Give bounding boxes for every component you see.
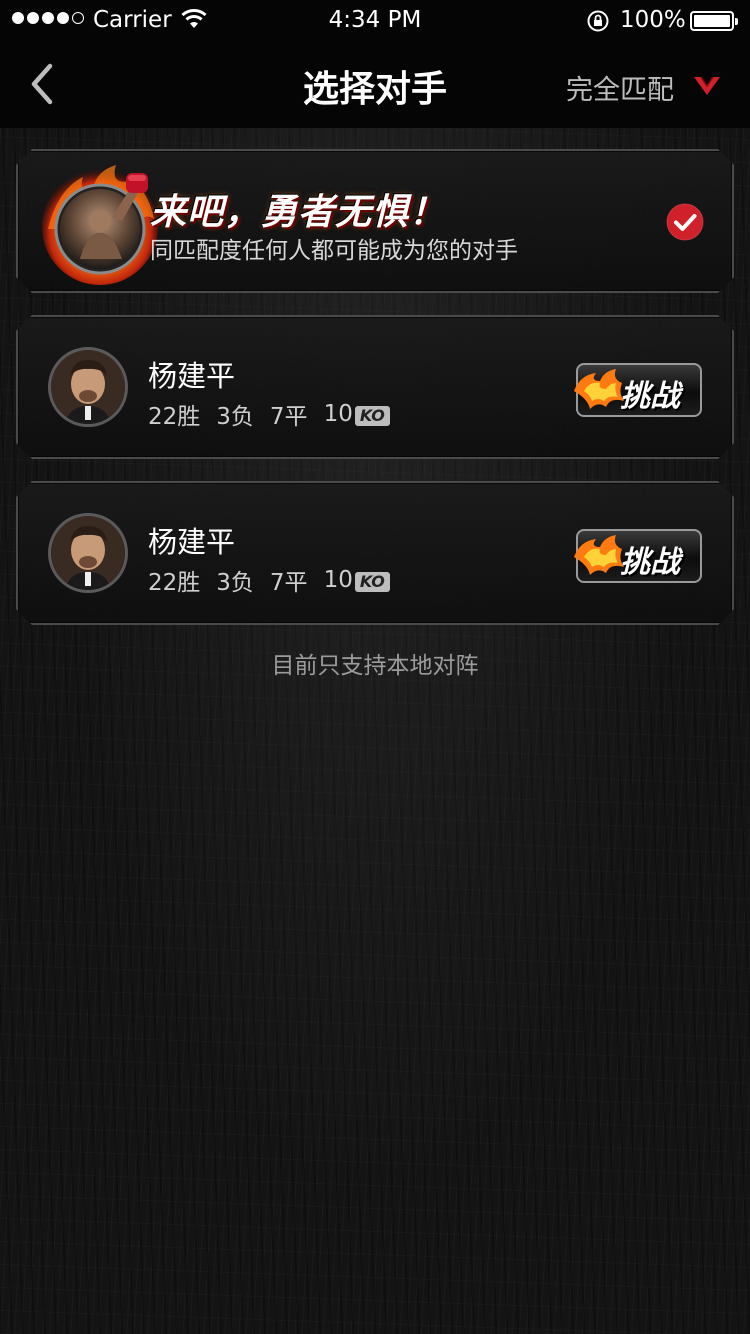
ko-badge: KO — [355, 406, 390, 426]
local-only-note: 目前只支持本地对阵 — [271, 653, 479, 679]
challenge-label: 挑战 — [620, 545, 680, 580]
losses-count: 3负 — [216, 404, 254, 430]
losses-count: 3负 — [216, 570, 254, 596]
ko-stat: 10 KO — [324, 567, 390, 593]
match-filter-button[interactable]: 完全匹配 — [566, 68, 674, 107]
battery-percent: 100% — [620, 7, 686, 33]
ko-badge: KO — [355, 572, 390, 592]
random-match-card[interactable]: 来吧，勇者无惧！ 同匹配度任何人都可能成为您的对手 — [16, 149, 734, 293]
ko-count: 10 — [323, 401, 353, 427]
opponent-card[interactable]: 杨建平 22胜 3负 7平 10 KO 挑战 — [16, 481, 734, 625]
challenge-button[interactable]: 挑战 — [572, 363, 702, 417]
opponent-card[interactable]: 杨建平 22胜 3负 7平 10 KO 挑战 — [16, 315, 734, 459]
draws-count: 7平 — [269, 570, 308, 596]
wins-count: 22胜 — [148, 404, 201, 430]
chevron-down-icon[interactable] — [692, 74, 722, 98]
draws-count: 7平 — [269, 404, 308, 430]
opponent-record: 22胜 3负 7平 10 KO — [148, 397, 390, 431]
avatar — [48, 347, 128, 427]
wins-count: 22胜 — [148, 570, 201, 596]
slogan-subtitle: 同匹配度任何人都可能成为您的对手 — [150, 238, 518, 264]
rotation-lock-icon — [587, 10, 609, 32]
status-bar: Carrier 4:34 PM 100% — [0, 0, 750, 40]
opponent-name: 杨建平 — [148, 525, 236, 559]
opponent-record: 22胜 3负 7平 10 KO — [148, 563, 390, 597]
checkmark-icon[interactable] — [666, 203, 704, 241]
ko-count: 10 — [323, 567, 353, 593]
ko-stat: 10 KO — [324, 401, 390, 427]
slogan-title: 来吧，勇者无惧！ — [150, 192, 447, 233]
avatar — [48, 513, 128, 593]
battery-icon — [690, 11, 738, 31]
nav-bar: 选择对手 完全匹配 — [0, 40, 750, 128]
challenge-label: 挑战 — [620, 379, 680, 414]
opponent-name: 杨建平 — [148, 359, 236, 393]
challenge-button[interactable]: 挑战 — [572, 529, 702, 583]
